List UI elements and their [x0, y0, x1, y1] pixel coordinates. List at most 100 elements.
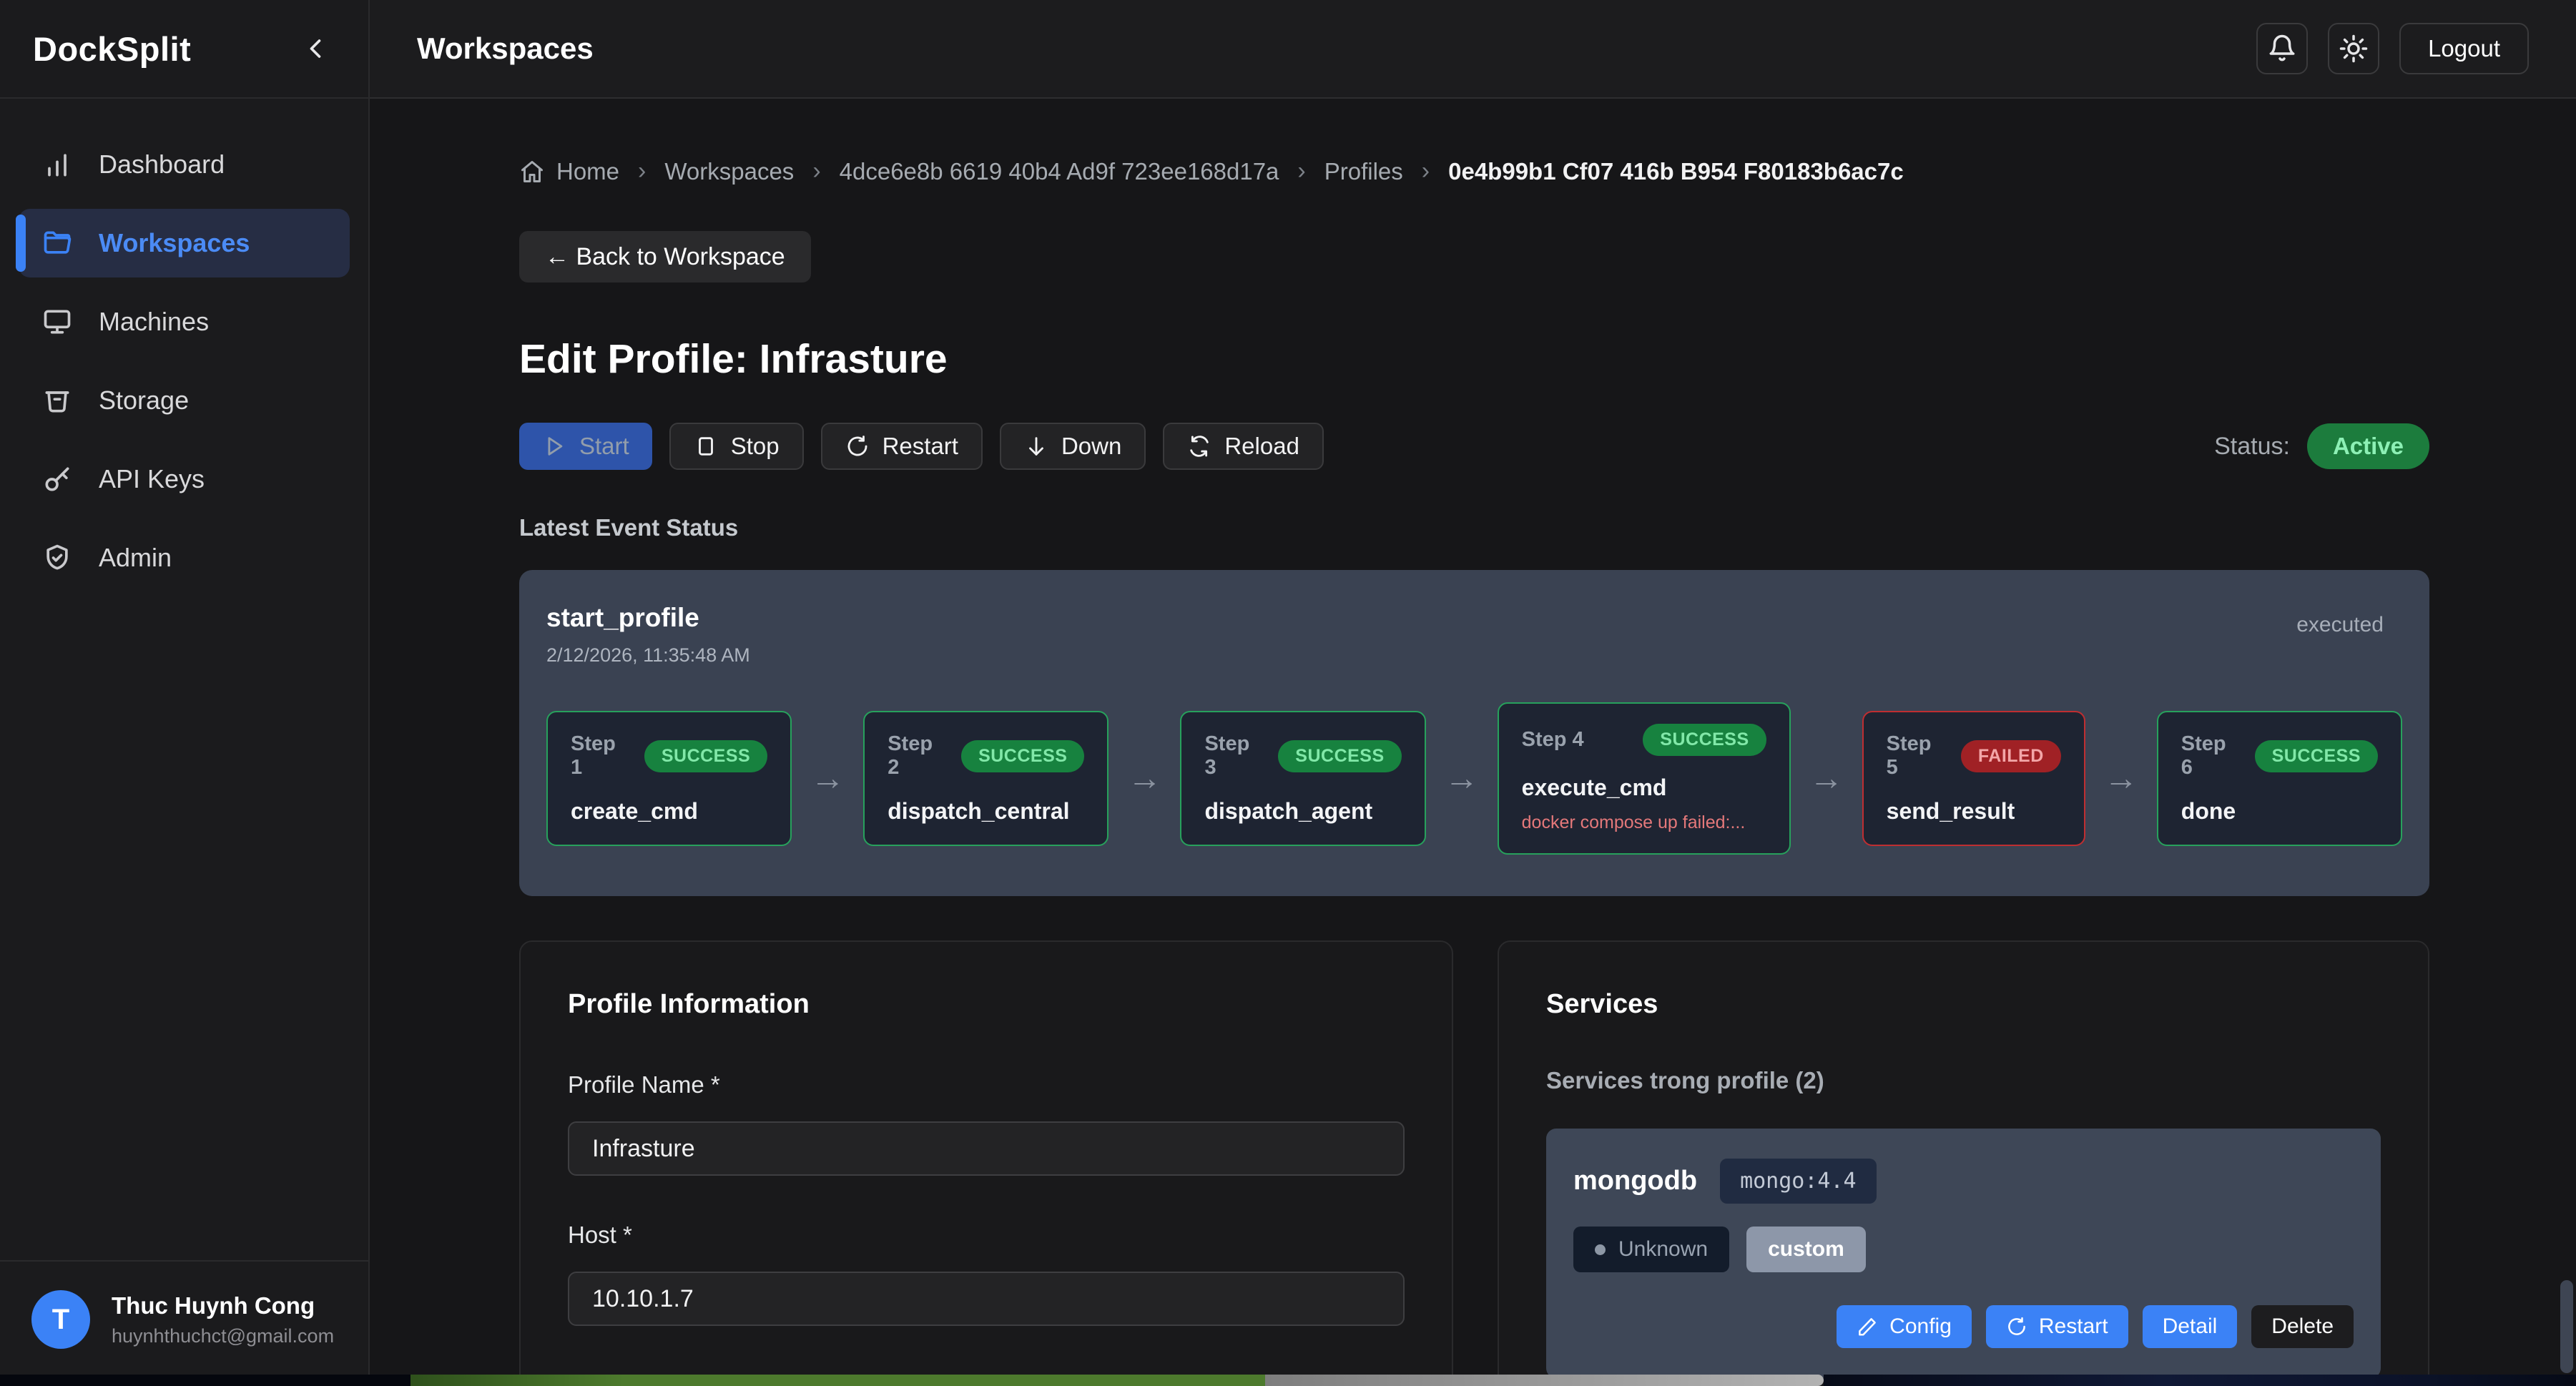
- step-error-text: docker compose up failed:...: [1522, 812, 1766, 833]
- service-restart-label: Restart: [2039, 1314, 2108, 1339]
- desktop-strip-segment: [411, 1375, 1265, 1386]
- breadcrumb-label: Profiles: [1324, 158, 1403, 185]
- step-status-badge: SUCCESS: [961, 740, 1084, 772]
- breadcrumb: Home Workspaces 4dce6e8b 6619 40b4 Ad9f …: [519, 157, 2429, 185]
- arrow-right-icon: [1445, 762, 1479, 796]
- profile-name-label: Profile Name *: [568, 1071, 1405, 1099]
- service-header: mongodb mongo:4.4: [1573, 1159, 2354, 1204]
- sidebar-item-storage[interactable]: Storage: [19, 366, 350, 435]
- breadcrumb-workspace-id[interactable]: 4dce6e8b 6619 40b4 Ad9f 723ee168d17a: [840, 158, 1279, 185]
- event-title-block: start_profile 2/12/2026, 11:35:48 AM: [546, 603, 750, 667]
- services-subtitle: Services trong profile (2): [1546, 1067, 2381, 1094]
- theme-toggle-button[interactable]: [2328, 23, 2379, 74]
- chevron-right-icon: [638, 157, 646, 185]
- host-label: Host *: [568, 1222, 1405, 1249]
- breadcrumb-label: 0e4b99b1 Cf07 416b B954 F80183b6ac7c: [1448, 158, 1904, 185]
- user-profile-section[interactable]: T Thuc Huynh Cong huynhthuchct@gmail.com: [0, 1260, 368, 1386]
- service-status-text: Unknown: [1618, 1237, 1708, 1262]
- home-icon: [519, 159, 545, 185]
- app-window: DockSplit Dashboard Workspaces: [0, 0, 2576, 1386]
- services-title: Services: [1546, 989, 2381, 1020]
- chevron-left-icon: [300, 33, 331, 64]
- sidebar-item-admin[interactable]: Admin: [19, 524, 350, 592]
- arrow-right-icon: [1127, 762, 1161, 796]
- step-label: Step 4: [1522, 728, 1584, 752]
- service-config-button[interactable]: Config: [1837, 1305, 1972, 1348]
- arrow-down-icon: [1024, 434, 1048, 458]
- event-name: start_profile: [546, 603, 750, 633]
- latest-event-card: start_profile 2/12/2026, 11:35:48 AM exe…: [519, 570, 2429, 896]
- breadcrumb-home[interactable]: Home: [519, 158, 619, 185]
- desktop-strip-segment: [1824, 1375, 2576, 1386]
- breadcrumb-label: Home: [556, 158, 619, 185]
- user-info: Thuc Huynh Cong huynhthuchct@gmail.com: [112, 1292, 334, 1347]
- reload-button[interactable]: Reload: [1163, 423, 1324, 470]
- service-config-label: Config: [1889, 1314, 1952, 1339]
- topbar: Workspaces Logout: [370, 0, 2576, 99]
- step-name: dispatch_central: [888, 798, 1084, 825]
- sidebar-item-machines[interactable]: Machines: [19, 287, 350, 356]
- step-card-2: Step 2SUCCESS dispatch_central: [863, 711, 1108, 846]
- breadcrumb-profiles[interactable]: Profiles: [1324, 158, 1403, 185]
- service-delete-button[interactable]: Delete: [2251, 1305, 2354, 1348]
- desktop-background-strip: [0, 1375, 2576, 1386]
- sun-icon: [2339, 34, 2369, 64]
- host-input[interactable]: [568, 1272, 1405, 1326]
- sidebar-spacer: [0, 592, 368, 1260]
- panels-grid: Profile Information Profile Name * Host …: [519, 940, 2429, 1386]
- stop-icon: [694, 434, 718, 458]
- content: Home Workspaces 4dce6e8b 6619 40b4 Ad9f …: [370, 99, 2576, 1386]
- stop-button[interactable]: Stop: [669, 423, 804, 470]
- start-button[interactable]: Start: [519, 423, 652, 470]
- service-detail-button[interactable]: Detail: [2143, 1305, 2238, 1348]
- service-card-mongodb: mongodb mongo:4.4 Unknown custom: [1546, 1129, 2381, 1378]
- step-name: execute_cmd: [1522, 775, 1766, 801]
- stop-label: Stop: [731, 433, 780, 460]
- sidebar: DockSplit Dashboard Workspaces: [0, 0, 370, 1386]
- breadcrumb-workspaces[interactable]: Workspaces: [664, 158, 794, 185]
- profile-actions-row: Start Stop Restart: [519, 423, 2429, 470]
- down-button[interactable]: Down: [1000, 423, 1146, 470]
- event-timestamp: 2/12/2026, 11:35:48 AM: [546, 644, 750, 667]
- service-restart-button[interactable]: Restart: [1986, 1305, 2128, 1348]
- service-image-badge: mongo:4.4: [1720, 1159, 1877, 1204]
- sidebar-header: DockSplit: [0, 0, 368, 99]
- desktop-strip-segment: [0, 1375, 411, 1386]
- scrollbar-thumb[interactable]: [2560, 1280, 2573, 1373]
- service-tag-badge: custom: [1746, 1227, 1866, 1272]
- step-name: done: [2181, 798, 2378, 825]
- logout-button[interactable]: Logout: [2399, 23, 2529, 74]
- bell-icon: [2267, 34, 2297, 64]
- sidebar-item-api-keys[interactable]: API Keys: [19, 445, 350, 513]
- page-title: Edit Profile: Infrasture: [519, 335, 2429, 383]
- sidebar-item-label: API Keys: [99, 464, 205, 494]
- main-area: Workspaces Logout: [370, 0, 2576, 1386]
- reload-label: Reload: [1224, 433, 1299, 460]
- notifications-button[interactable]: [2256, 23, 2308, 74]
- arrow-right-icon: [2104, 762, 2138, 796]
- breadcrumb-label: 4dce6e8b 6619 40b4 Ad9f 723ee168d17a: [840, 158, 1279, 185]
- step-status-badge: SUCCESS: [1278, 740, 1401, 772]
- step-card-5: Step 5FAILED send_result: [1862, 711, 2085, 846]
- key-icon: [41, 463, 73, 495]
- desktop-strip-segment: [1265, 1375, 1824, 1386]
- back-to-workspace-button[interactable]: ← Back to Workspace: [519, 231, 811, 282]
- monitor-icon: [41, 306, 73, 338]
- event-state: executed: [2296, 613, 2384, 637]
- sidebar-collapse-button[interactable]: [295, 32, 335, 65]
- service-status-badge: Unknown: [1573, 1227, 1729, 1272]
- refresh-icon: [2006, 1316, 2027, 1337]
- step-name: send_result: [1887, 798, 2061, 825]
- down-label: Down: [1061, 433, 1121, 460]
- latest-event-section-title: Latest Event Status: [519, 514, 2429, 541]
- service-actions: Config Restart Detail Delete: [1573, 1305, 2354, 1348]
- play-icon: [542, 434, 566, 458]
- step-card-6: Step 6SUCCESS done: [2157, 711, 2402, 846]
- start-label: Start: [579, 433, 629, 460]
- sidebar-item-workspaces[interactable]: Workspaces: [19, 209, 350, 277]
- restart-button[interactable]: Restart: [821, 423, 983, 470]
- sidebar-nav: Dashboard Workspaces Machines Storage: [0, 99, 368, 592]
- sidebar-item-label: Admin: [99, 543, 172, 573]
- sidebar-item-dashboard[interactable]: Dashboard: [19, 130, 350, 199]
- profile-name-input[interactable]: [568, 1121, 1405, 1176]
